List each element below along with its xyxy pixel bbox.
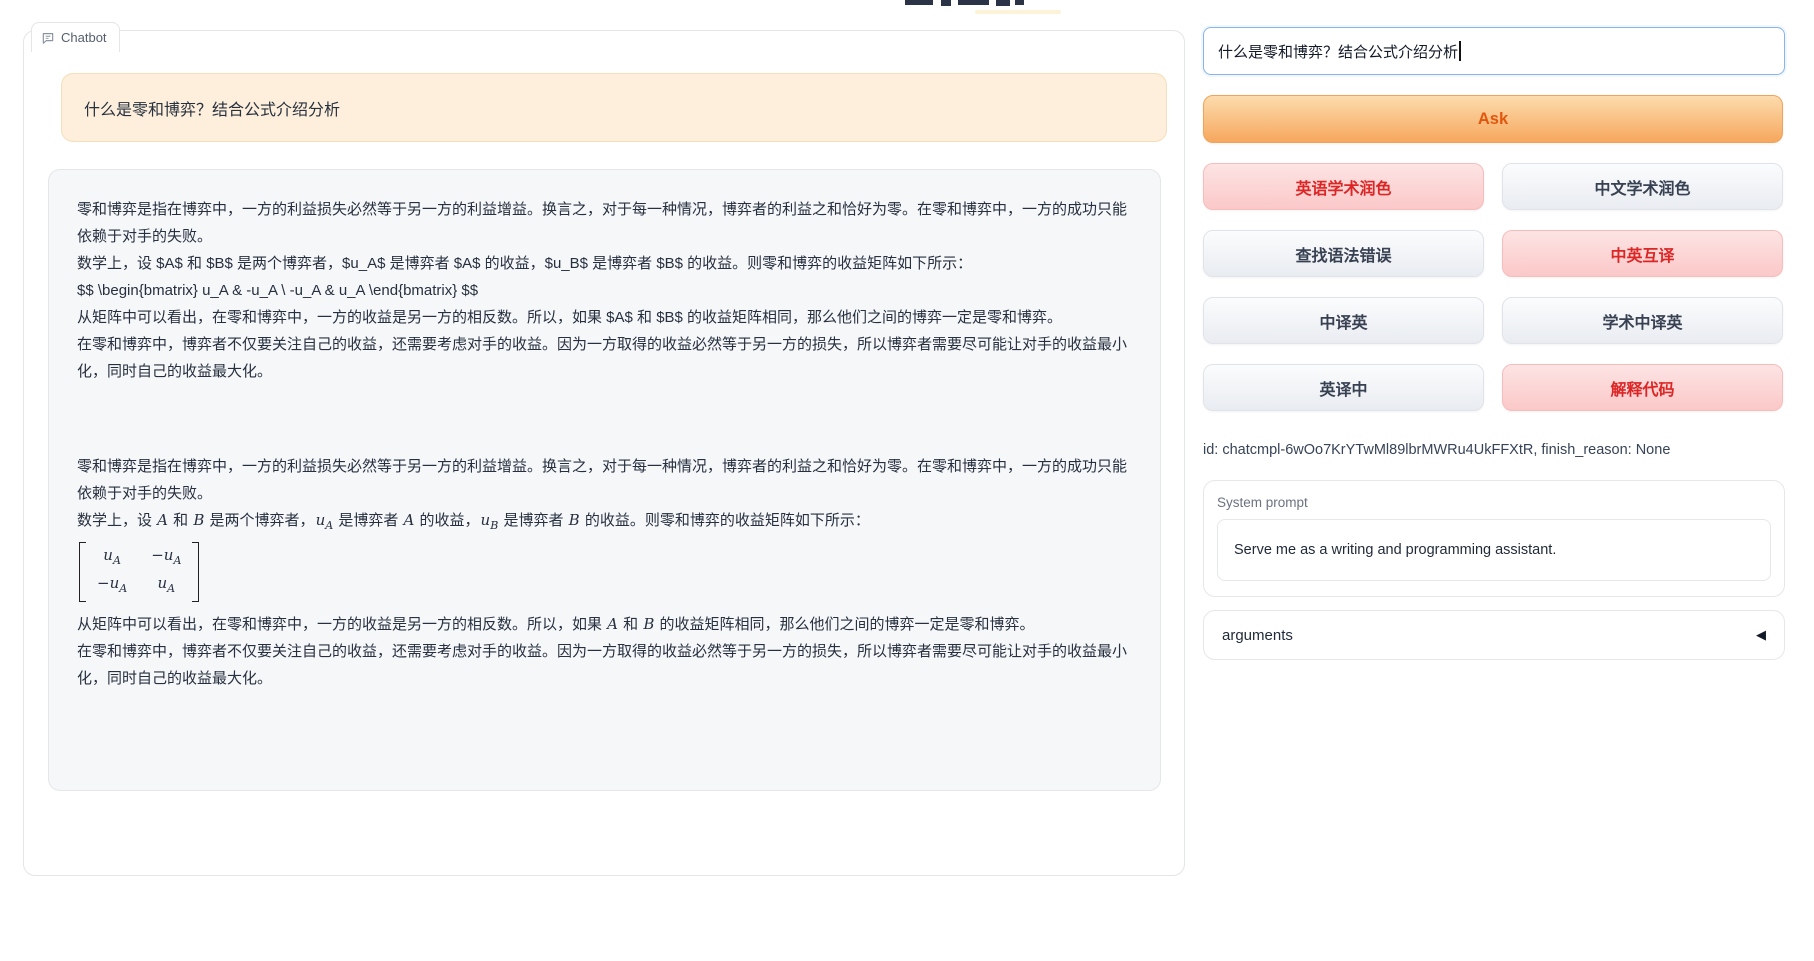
message-line: 数学上，设 A 和 B 是两个博弈者，uA 是博弈者 A 的收益，uB 是博弈者… bbox=[77, 507, 1134, 539]
quick-action-button[interactable]: 中译英 bbox=[1203, 297, 1484, 344]
message-line: 数学上，设 $A$ 和 $B$ 是两个博弈者，$u_A$ 是博弈者 $A$ 的收… bbox=[77, 250, 1134, 277]
math-inline: B bbox=[642, 615, 655, 633]
math-inline: uA bbox=[102, 544, 122, 572]
chatbot-label-text: Chatbot bbox=[61, 30, 107, 45]
math-inline: −uA bbox=[150, 544, 182, 572]
quick-action-button[interactable]: 查找语法错误 bbox=[1203, 230, 1484, 277]
user-message-bubble: 什么是零和博弈？结合公式介绍分析 bbox=[61, 73, 1167, 142]
bot-message-bubble: 零和博弈是指在博弈中，一方的利益损失必然等于另一方的利益增益。换言之，对于每一种… bbox=[48, 169, 1161, 791]
message-body: 零和博弈是指在博弈中，一方的利益损失必然等于另一方的利益增益。换言之，对于每一种… bbox=[77, 196, 1134, 692]
message-line: 零和博弈是指在博弈中，一方的利益损失必然等于另一方的利益增益。换言之，对于每一种… bbox=[77, 196, 1134, 250]
math-inline: A bbox=[156, 511, 169, 529]
system-prompt-label: System prompt bbox=[1217, 495, 1771, 510]
math-inline: −uA bbox=[96, 572, 128, 600]
text-caret bbox=[1459, 41, 1461, 61]
message-line: 零和博弈是指在博弈中，一方的利益损失必然等于另一方的利益增益。换言之，对于每一种… bbox=[77, 453, 1134, 507]
quick-action-button[interactable]: 中英互译 bbox=[1502, 230, 1783, 277]
question-input[interactable]: 什么是零和博弈？结合公式介绍分析 bbox=[1203, 27, 1785, 75]
quick-action-button[interactable]: 学术中译英 bbox=[1502, 297, 1783, 344]
matrix-block: uA−uA−uAuA bbox=[79, 542, 199, 602]
message-line: 在零和博弈中，博弈者不仅要关注自己的收益，还需要考虑对手的收益。因为一方取得的收… bbox=[77, 638, 1134, 692]
left-triangle-icon: ◀ bbox=[1756, 627, 1766, 643]
message-line: 从矩阵中可以看出，在零和博弈中，一方的收益是另一方的相反数。所以，如果 $A$ … bbox=[77, 304, 1134, 331]
math-inline: A bbox=[606, 615, 619, 633]
quick-action-button[interactable]: 英译中 bbox=[1203, 364, 1484, 411]
message-spacer bbox=[77, 385, 1134, 453]
ask-button-label: Ask bbox=[1478, 110, 1508, 129]
system-prompt-card: System prompt Serve me as a writing and … bbox=[1203, 480, 1785, 597]
system-prompt-value: Serve me as a writing and programming as… bbox=[1234, 542, 1556, 558]
chatbot-panel: Chatbot 什么是零和博弈？结合公式介绍分析零和博弈是指在博弈中，一方的利益… bbox=[23, 30, 1185, 876]
arguments-accordion[interactable]: arguments ◀ bbox=[1203, 610, 1785, 660]
message-body: 什么是零和博弈？结合公式介绍分析 bbox=[84, 96, 340, 120]
chat-bubble-icon bbox=[41, 31, 55, 45]
status-line: id: chatcmpl-6wOo7KrYTwMl89lbrMWRu4UkFFX… bbox=[1203, 442, 1785, 458]
clipped-title-underline bbox=[975, 10, 1061, 14]
message-line: 什么是零和博弈？结合公式介绍分析 bbox=[84, 96, 340, 120]
math-inline: uA bbox=[156, 572, 176, 600]
accordion-label: arguments bbox=[1222, 627, 1293, 644]
math-inline: uA bbox=[315, 511, 335, 529]
message-line: 从矩阵中可以看出，在零和博弈中，一方的收益是另一方的相反数。所以，如果 A 和 … bbox=[77, 611, 1134, 638]
ask-button[interactable]: Ask bbox=[1203, 95, 1783, 143]
chatbot-label: Chatbot bbox=[31, 22, 120, 52]
quick-action-button[interactable]: 中文学术润色 bbox=[1502, 163, 1783, 210]
math-inline: B bbox=[568, 511, 581, 529]
quick-actions-grid: 英语学术润色中文学术润色查找语法错误中英互译中译英学术中译英英译中解释代码 bbox=[1203, 163, 1783, 411]
message-line: 在零和博弈中，博弈者不仅要关注自己的收益，还需要考虑对手的收益。因为一方取得的收… bbox=[77, 331, 1134, 385]
system-prompt-input[interactable]: Serve me as a writing and programming as… bbox=[1217, 519, 1771, 581]
message-line: $$ \begin{bmatrix} u_A & -u_A \ -u_A & u… bbox=[77, 277, 1134, 304]
quick-action-button[interactable]: 英语学术润色 bbox=[1203, 163, 1484, 210]
math-inline: A bbox=[403, 511, 416, 529]
app-root: Chatbot 什么是零和博弈？结合公式介绍分析零和博弈是指在博弈中，一方的利益… bbox=[0, 0, 1814, 961]
math-inline: B bbox=[192, 511, 205, 529]
question-input-value: 什么是零和博弈？结合公式介绍分析 bbox=[1218, 41, 1458, 62]
math-inline: uB bbox=[480, 511, 500, 529]
quick-action-button[interactable]: 解释代码 bbox=[1502, 364, 1783, 411]
